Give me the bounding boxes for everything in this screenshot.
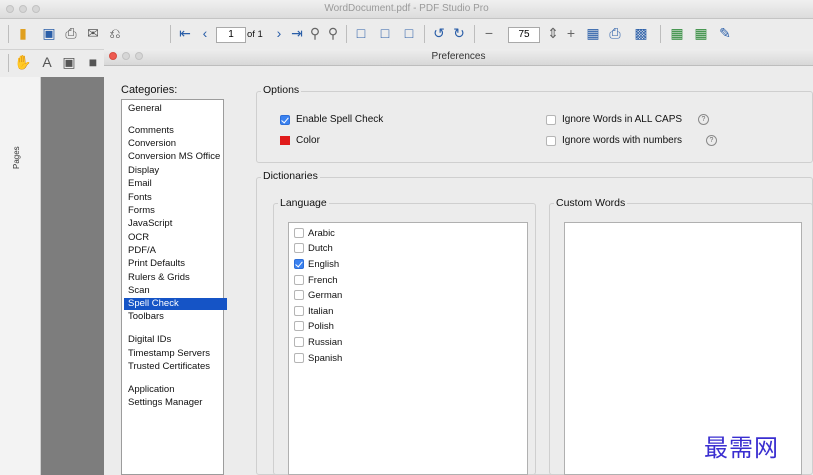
help-icon[interactable]: ? (706, 135, 717, 146)
layout-icon[interactable]: ▩ (632, 24, 650, 42)
annotate-icon[interactable]: ✎ (716, 24, 734, 42)
save-icon[interactable]: ▣ (40, 24, 58, 42)
category-email[interactable]: Email (127, 178, 224, 190)
dialog-title: Preferences (431, 51, 486, 62)
language-checkbox[interactable] (294, 337, 304, 347)
language-item-spanish[interactable]: Spanish (294, 352, 494, 366)
category-spell-check[interactable]: Spell Check (124, 298, 227, 310)
language-item-dutch[interactable]: Dutch (294, 242, 494, 256)
zoom-in-tool-icon[interactable]: ⚲ (306, 24, 324, 42)
categories-label: Categories: (121, 84, 178, 96)
language-checkbox[interactable] (294, 306, 304, 316)
next-page-icon[interactable]: › (270, 24, 288, 42)
email-icon[interactable]: ✉ (84, 24, 102, 42)
language-item-arabic[interactable]: Arabic (294, 227, 494, 241)
text-select-icon[interactable]: A (38, 53, 56, 71)
first-page-icon[interactable]: ⇤ (176, 24, 194, 42)
options-group (256, 91, 813, 163)
language-checkbox[interactable] (294, 290, 304, 300)
custom-words-legend: Custom Words (554, 197, 628, 209)
language-item-italian[interactable]: Italian (294, 305, 494, 319)
ignore-numbers-checkbox[interactable] (546, 136, 556, 146)
rotate-left-icon[interactable]: ↺ (430, 24, 448, 42)
language-checkbox[interactable] (294, 321, 304, 331)
language-checkbox[interactable] (294, 259, 304, 269)
page-number-input[interactable]: 1 (216, 27, 246, 43)
category-print-defaults[interactable]: Print Defaults (127, 258, 224, 270)
category-scan[interactable]: Scan (127, 285, 224, 297)
category-ocr[interactable]: OCR (127, 232, 224, 244)
language-legend: Language (278, 197, 329, 209)
category-rulers-grids[interactable]: Rulers & Grids (127, 272, 224, 284)
language-item-french[interactable]: French (294, 274, 494, 288)
category-fonts[interactable]: Fonts (127, 192, 224, 204)
window-title: WordDocument.pdf - PDF Studio Pro (324, 3, 489, 14)
form-fields-icon[interactable]: ▦ (668, 24, 686, 42)
actual-size-icon[interactable]: □ (352, 24, 370, 42)
ignore-all-caps-checkbox[interactable] (546, 115, 556, 125)
main-titlebar: WordDocument.pdf - PDF Studio Pro (0, 0, 813, 19)
category-display[interactable]: Display (127, 165, 224, 177)
scan-icon[interactable]: ⎌ (106, 24, 124, 42)
zoom-stepper-icon[interactable]: ⇕ (544, 24, 562, 42)
language-list[interactable]: Arabic Dutch English French German Itali… (288, 222, 528, 475)
category-comments[interactable]: Comments (127, 125, 224, 137)
secondary-toolbar: ✋ A ▣ ■ (0, 50, 110, 76)
print-icon[interactable]: ⎙ (62, 24, 80, 42)
ignore-numbers-label: Ignore words with numbers (562, 135, 683, 146)
snapshot-icon[interactable]: ▦ (584, 24, 602, 42)
category-javascript[interactable]: JavaScript (127, 218, 224, 230)
options-legend: Options (261, 84, 302, 96)
language-item-english[interactable]: English (294, 258, 494, 272)
category-timestamp-servers[interactable]: Timestamp Servers (127, 348, 224, 360)
category-settings-manager[interactable]: Settings Manager (127, 397, 224, 409)
watermark-text: 最需网 (704, 434, 779, 462)
category-forms[interactable]: Forms (127, 205, 224, 217)
pages-sidebar: Pages (0, 77, 41, 475)
color-swatch[interactable] (280, 136, 290, 145)
area-select-icon[interactable]: ▣ (60, 53, 78, 71)
color-label: Color (296, 135, 320, 146)
language-checkbox[interactable] (294, 228, 304, 238)
last-page-icon[interactable]: ⇥ (288, 24, 306, 42)
pages-tab[interactable]: Pages (12, 146, 21, 169)
language-checkbox[interactable] (294, 243, 304, 253)
zoom-in-icon[interactable]: + (562, 24, 580, 42)
zoom-input[interactable]: 75 (508, 27, 540, 43)
category-general[interactable]: General (127, 103, 224, 115)
open-file-icon[interactable]: ▮ (14, 24, 32, 42)
category-digital-ids[interactable]: Digital IDs (127, 334, 224, 346)
edit-content-icon[interactable]: ▦ (692, 24, 710, 42)
hand-tool-icon[interactable]: ✋ (14, 53, 32, 71)
category-conversion[interactable]: Conversion (127, 138, 224, 150)
preferences-titlebar: Preferences (104, 49, 813, 66)
dictionaries-legend: Dictionaries (261, 170, 320, 182)
category-pdfa[interactable]: PDF/A (127, 245, 224, 257)
previous-page-icon[interactable]: ‹ (196, 24, 214, 42)
fit-page-icon[interactable]: □ (376, 24, 394, 42)
fit-width-icon[interactable]: □ (400, 24, 418, 42)
help-icon[interactable]: ? (698, 114, 709, 125)
language-checkbox[interactable] (294, 353, 304, 363)
language-item-german[interactable]: German (294, 289, 494, 303)
enable-spell-check-checkbox[interactable] (280, 115, 290, 125)
page-total-label: of 1 (247, 29, 263, 40)
zoom-out-tool-icon[interactable]: ⚲ (324, 24, 342, 42)
language-checkbox[interactable] (294, 275, 304, 285)
categories-list[interactable]: General Comments Conversion Conversion M… (121, 99, 227, 475)
enable-spell-check-label: Enable Spell Check (296, 114, 384, 125)
zoom-out-icon[interactable]: − (480, 24, 498, 42)
language-item-polish[interactable]: Polish (294, 320, 494, 334)
category-toolbars[interactable]: Toolbars (127, 311, 224, 323)
category-trusted-certificates[interactable]: Trusted Certificates (127, 361, 224, 373)
main-toolbar: ▮ ▣ ⎙ ✉ ⎌ ⇤ ‹ 1 of 1 › ⇥ ⚲ ⚲ □ □ □ ↺ ↻ −… (0, 19, 813, 50)
category-application[interactable]: Application (127, 384, 224, 396)
print-preview-icon[interactable]: ⎙ (606, 24, 624, 42)
document-view (41, 77, 111, 475)
rotate-right-icon[interactable]: ↻ (450, 24, 468, 42)
ignore-all-caps-label: Ignore Words in ALL CAPS (562, 114, 683, 125)
language-item-russian[interactable]: Russian (294, 336, 494, 350)
snapshot-tool-icon[interactable]: ■ (84, 53, 102, 71)
category-conversion-ms-office[interactable]: Conversion MS Office (127, 151, 224, 163)
